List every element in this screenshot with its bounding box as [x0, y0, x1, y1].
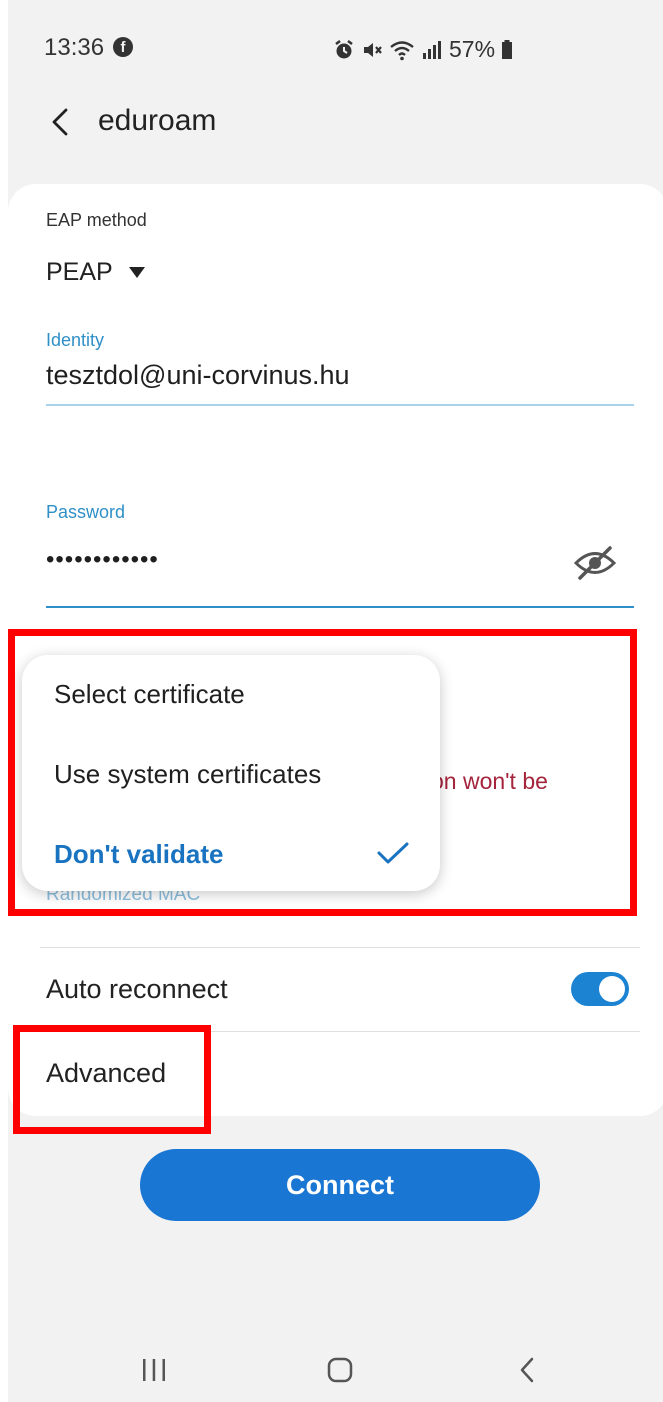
- chevron-left-icon: [52, 108, 68, 136]
- wifi-icon: [390, 40, 414, 60]
- password-underline: [46, 606, 634, 608]
- auto-reconnect-label: Auto reconnect: [46, 974, 228, 1004]
- mute-icon: [364, 42, 382, 57]
- screen: 13:36 f 57% eduroam EAP method PEAP Iden…: [8, 0, 663, 1402]
- menu-item-select-certificate[interactable]: Select certificate: [54, 679, 424, 710]
- back-button[interactable]: [42, 102, 78, 142]
- dropdown-arrow-icon: [128, 267, 145, 278]
- facebook-icon: f: [113, 37, 133, 57]
- battery-icon: [502, 39, 513, 59]
- advanced-item[interactable]: Advanced: [46, 1058, 166, 1089]
- alarm-icon: [335, 39, 353, 58]
- page-title: eduroam: [98, 104, 217, 137]
- signal-icon: [423, 40, 441, 59]
- connect-button[interactable]: Connect: [140, 1149, 540, 1221]
- settings-card: EAP method PEAP Identity tesztdol@uni-co…: [8, 184, 663, 1116]
- home-icon[interactable]: [326, 1356, 354, 1384]
- recent-apps-icon[interactable]: [140, 1356, 168, 1384]
- status-icons: 57%: [333, 36, 513, 63]
- checkmark-icon: [377, 842, 409, 864]
- auto-reconnect-toggle[interactable]: [571, 972, 629, 1006]
- eap-method-label: EAP method: [46, 210, 147, 230]
- eye-off-icon[interactable]: [572, 542, 618, 584]
- divider: [40, 1031, 640, 1032]
- toggle-knob: [599, 976, 625, 1002]
- navigation-bar: [8, 1330, 663, 1402]
- divider: [40, 947, 640, 948]
- app-header: eduroam: [8, 90, 663, 160]
- menu-item-dont-validate[interactable]: Don't validate: [54, 839, 424, 870]
- battery-percent: 57%: [449, 36, 496, 62]
- identity-underline: [46, 404, 634, 406]
- eap-method-value: PEAP: [46, 258, 113, 286]
- status-time: 13:36: [44, 34, 105, 61]
- identity-field[interactable]: tesztdol@uni-corvinus.hu: [46, 360, 350, 391]
- eap-method-select[interactable]: PEAP: [46, 258, 145, 287]
- identity-label: Identity: [46, 330, 105, 350]
- password-label: Password: [46, 502, 126, 522]
- back-nav-icon[interactable]: [514, 1356, 542, 1384]
- password-field[interactable]: ••••••••••••: [46, 546, 159, 574]
- certificate-dropdown: Select certificate Use system certificat…: [22, 655, 440, 891]
- status-bar: 13:36 f 57%: [8, 0, 663, 90]
- menu-item-use-system-certificates[interactable]: Use system certificates: [54, 759, 424, 790]
